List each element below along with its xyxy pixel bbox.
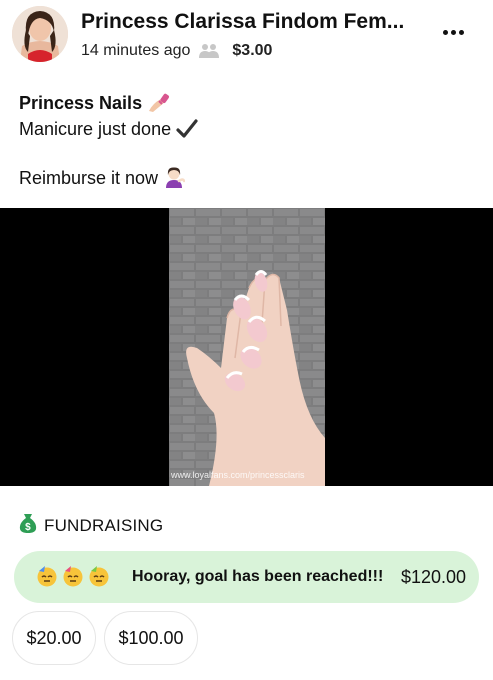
author-name[interactable]: Princess Clarissa Findom Fem... — [81, 10, 421, 34]
post-price: $3.00 — [232, 42, 273, 59]
post-time: 14 minutes ago — [81, 42, 191, 59]
fundraising-label: FUNDRAISING — [44, 515, 164, 535]
goal-amount: $120.00 — [401, 567, 467, 587]
post-title: Princess Nails — [19, 93, 143, 113]
post-card: Princess Clarissa Findom Fem... 14 minut… — [0, 0, 493, 680]
goal-message: Hooray, goal has been reached!!! — [132, 568, 384, 585]
goal-reached-banner: Hooray, goal has been reached!!! $120.00 — [14, 551, 479, 603]
post-line-1: Manicure just done — [19, 119, 172, 139]
post-photo[interactable]: www.loyalfans.com/princessclaris — [169, 208, 325, 486]
partying-face-icon — [62, 565, 84, 592]
more-dots-icon[interactable] — [438, 24, 468, 40]
group-icon — [198, 43, 220, 59]
post-media[interactable]: www.loyalfans.com/princessclaris — [0, 208, 493, 486]
post-body: Princess Nails Manicure just done Reimbu… — [19, 92, 479, 193]
avatar[interactable] — [12, 6, 68, 62]
fundraising-header: $ FUNDRAISING — [18, 512, 163, 539]
post-line-2: Reimburse it now — [19, 168, 159, 188]
svg-text:$: $ — [25, 522, 31, 533]
partying-face-icon — [88, 565, 110, 592]
money-bag-icon: $ — [18, 512, 38, 539]
tip-option-button[interactable]: $20.00 — [12, 611, 96, 665]
partying-face-icon — [36, 565, 58, 592]
post-meta: 14 minutes ago $3.00 — [81, 42, 272, 60]
tip-option-button[interactable]: $100.00 — [104, 611, 198, 665]
post-header: Princess Clarissa Findom Fem... 14 minut… — [0, 0, 493, 80]
woman-tipping-hand-icon — [163, 166, 186, 193]
check-mark-icon — [176, 119, 198, 144]
nail-polish-icon — [147, 93, 171, 118]
watermark: www.loyalfans.com/princessclaris — [171, 470, 305, 480]
